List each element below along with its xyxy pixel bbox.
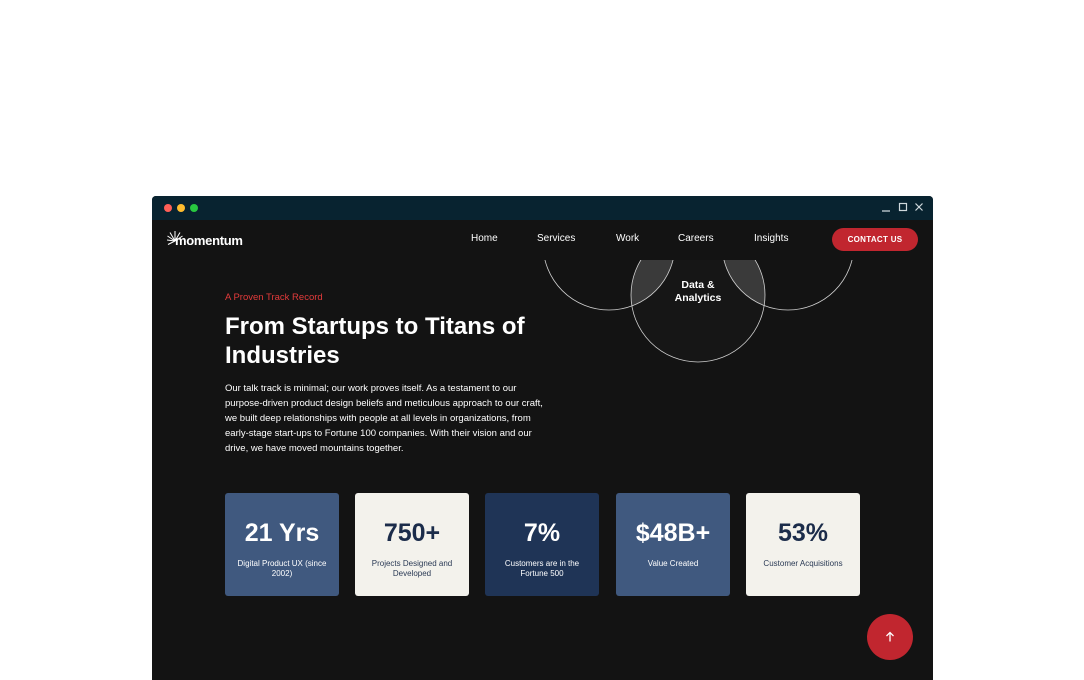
- nav-services[interactable]: Services: [537, 233, 575, 244]
- stat-label: Value Created: [647, 559, 699, 568]
- stat-card-fortune: 7% Customers are in the Fortune 500: [485, 493, 599, 596]
- scroll-to-top-button[interactable]: [867, 614, 913, 660]
- stat-label: Customer Acquisitions: [763, 559, 843, 568]
- stat-value: 21 Yrs: [244, 519, 320, 547]
- site-navbar: momentum Home Services Work Careers Insi…: [152, 220, 933, 260]
- nav-careers[interactable]: Careers: [678, 233, 714, 244]
- window-titlebar: [152, 196, 933, 220]
- stat-card-projects: 750+ Projects Designed and Developed: [355, 493, 469, 596]
- stat-card-acquisitions: 53% Customer Acquisitions: [746, 493, 860, 596]
- zoom-dot[interactable]: [190, 204, 198, 212]
- stat-label: Digital Product UX (since 2002): [237, 559, 327, 578]
- section-eyebrow: A Proven Track Record: [225, 292, 323, 303]
- browser-window: momentum Home Services Work Careers Insi…: [152, 196, 933, 680]
- close-icon[interactable]: [913, 201, 925, 213]
- arrow-up-icon: [886, 631, 894, 642]
- stat-value: $48B+: [635, 519, 711, 547]
- section-headline: From Startups to Titans of Industries: [225, 313, 525, 369]
- nav-work[interactable]: Work: [616, 233, 639, 244]
- logo-wordmark: momentum: [175, 233, 243, 248]
- stat-card-years: 21 Yrs Digital Product UX (since 2002): [225, 493, 339, 596]
- stat-value: 53%: [777, 519, 829, 547]
- nav-home[interactable]: Home: [471, 233, 498, 244]
- venn-label-line1: Data &: [681, 279, 715, 291]
- stat-label: Customers are in the Fortune 500: [504, 559, 580, 578]
- contact-us-button[interactable]: CONTACT US: [832, 228, 918, 251]
- close-dot[interactable]: [164, 204, 172, 212]
- nav-insights[interactable]: Insights: [754, 233, 788, 244]
- minimize-icon[interactable]: [880, 201, 892, 213]
- stat-label: Projects Designed and Developed: [371, 559, 453, 578]
- maximize-icon[interactable]: [897, 201, 909, 213]
- stat-value: 7%: [523, 519, 561, 547]
- venn-label-line2: Analytics: [675, 292, 722, 304]
- stat-value: 750+: [383, 519, 441, 547]
- minimize-dot[interactable]: [177, 204, 185, 212]
- section-body: Our talk track is minimal; our work prov…: [225, 383, 543, 454]
- stat-card-value: $48B+ Value Created: [616, 493, 730, 596]
